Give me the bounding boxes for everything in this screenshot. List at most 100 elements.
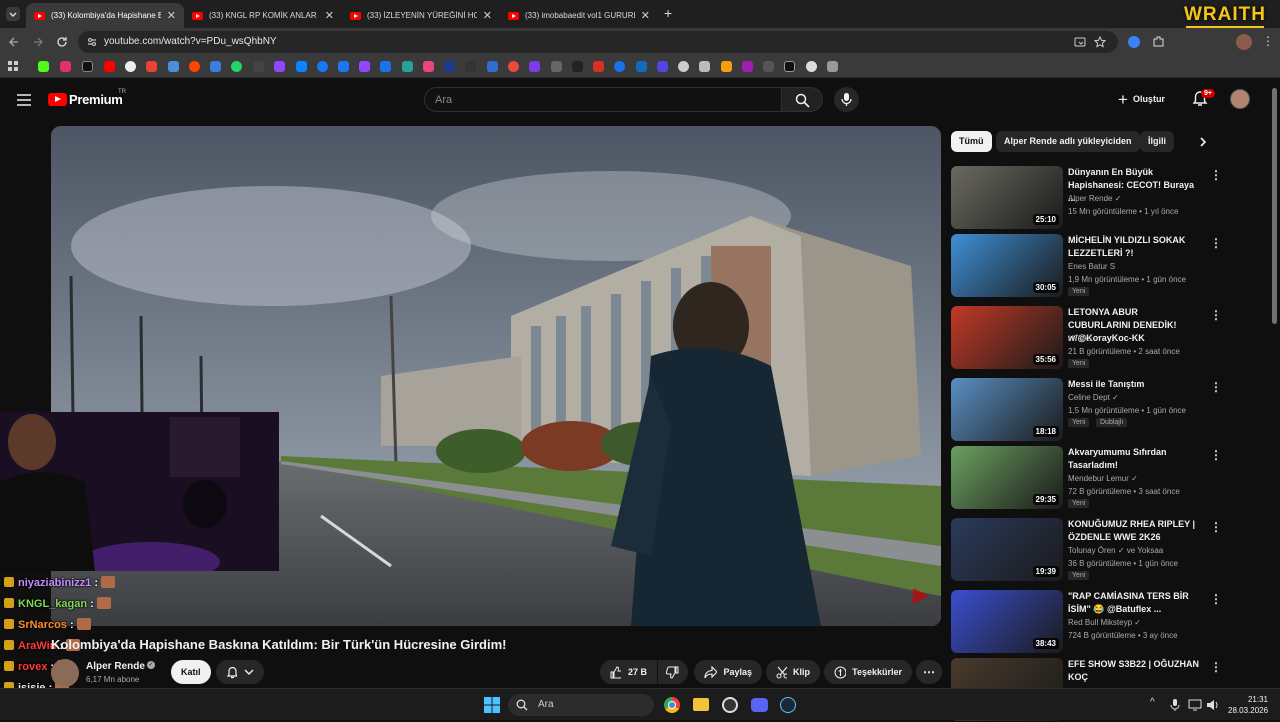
- video-thumbnail[interactable]: 30:05: [951, 234, 1063, 297]
- youtube-logo-icon[interactable]: [48, 93, 67, 106]
- more-vertical-icon[interactable]: ⋮: [1210, 448, 1222, 462]
- chevron-right-icon[interactable]: [1198, 136, 1208, 148]
- file-explorer-icon[interactable]: [693, 698, 709, 711]
- reddit-bookmark-icon[interactable]: [189, 61, 200, 72]
- like-button[interactable]: 27 B: [600, 660, 657, 684]
- chip-all[interactable]: Tümü: [951, 131, 992, 152]
- recommendation-title[interactable]: MİCHELİN YILDIZLI SOKAK LEZZETLERİ ?!: [1068, 234, 1201, 260]
- bookmark-icon[interactable]: [317, 61, 328, 72]
- gmail-bookmark-icon[interactable]: [146, 61, 157, 72]
- subscribed-bell-button[interactable]: [216, 660, 264, 684]
- recommendation-card[interactable]: 19:39 KONUĞUMUZ RHEA RIPLEY | ÖZDENLE WWE…: [951, 518, 1222, 582]
- app-taskbar-icon[interactable]: [722, 697, 738, 713]
- bookmark-icon[interactable]: [614, 61, 625, 72]
- video-thumbnail[interactable]: 25:10: [951, 166, 1063, 229]
- facebook-bookmark-icon[interactable]: [338, 61, 349, 72]
- thanks-button[interactable]: Teşekkürler: [824, 660, 912, 684]
- more-vertical-icon[interactable]: ⋮: [1210, 168, 1222, 182]
- apps-grid-icon[interactable]: [8, 61, 19, 72]
- video-thumbnail[interactable]: 38:43: [951, 590, 1063, 653]
- recommendation-card[interactable]: 30:05 MİCHELİN YILDIZLI SOKAK LEZZETLERİ …: [951, 234, 1222, 298]
- voice-search-button[interactable]: [834, 87, 859, 112]
- youtube-bookmark-icon[interactable]: [104, 61, 115, 72]
- tab-search-button[interactable]: [6, 7, 20, 21]
- extensions-puzzle-icon[interactable]: [1152, 35, 1165, 48]
- bookmark-icon[interactable]: [742, 61, 753, 72]
- reload-icon[interactable]: [56, 36, 68, 48]
- microphone-icon[interactable]: [1170, 698, 1180, 712]
- bookmark-icon[interactable]: [402, 61, 413, 72]
- bookmark-icon[interactable]: [423, 61, 434, 72]
- recommendation-channel[interactable]: HTalks ✓: [1068, 334, 1101, 343]
- tab-1[interactable]: (33) KNGL RP KOMİK ANLAR # ✕: [184, 3, 342, 28]
- chip-related[interactable]: İlgili: [1140, 131, 1174, 152]
- volume-icon[interactable]: [1206, 698, 1220, 712]
- bookmark-icon[interactable]: [678, 61, 689, 72]
- bookmark-icon[interactable]: [529, 61, 540, 72]
- search-input[interactable]: Ara: [424, 87, 782, 112]
- more-vertical-icon[interactable]: ⋮: [1210, 308, 1222, 322]
- translate-bookmark-icon[interactable]: [210, 61, 221, 72]
- recommendation-channel[interactable]: Red Bull Miksteyp ✓: [1068, 618, 1141, 627]
- recommendation-title[interactable]: "RAP CAMİASINA TERS BİR İSİM" 😂 @Batufle…: [1068, 590, 1201, 616]
- video-thumbnail[interactable]: 29:35: [951, 446, 1063, 509]
- clip-button[interactable]: Klip: [766, 660, 820, 684]
- bookmark-star-icon[interactable]: [1094, 36, 1106, 48]
- bookmark-icon[interactable]: [827, 61, 838, 72]
- hamburger-menu-icon[interactable]: [16, 93, 32, 107]
- bookmark-icon[interactable]: [444, 61, 455, 72]
- bookmark-icon[interactable]: [551, 61, 562, 72]
- more-vertical-icon[interactable]: ⋮: [1210, 236, 1222, 250]
- video-thumbnail[interactable]: 35:56: [951, 306, 1063, 369]
- bookmark-icon[interactable]: [274, 61, 285, 72]
- search-button[interactable]: [781, 87, 823, 112]
- new-tab-button[interactable]: +: [664, 5, 672, 21]
- bookmark-icon[interactable]: [763, 61, 774, 72]
- bookmark-icon[interactable]: [657, 61, 668, 72]
- google-bookmark-icon[interactable]: [125, 61, 136, 72]
- bookmark-icon[interactable]: [636, 61, 647, 72]
- bookmark-icon[interactable]: [593, 61, 604, 72]
- more-vertical-icon[interactable]: ⋮: [1210, 520, 1222, 534]
- recommendation-channel[interactable]: Mendebur Lemur ✓: [1068, 474, 1138, 483]
- join-button[interactable]: Katıl: [171, 660, 211, 684]
- cast-icon[interactable]: [1074, 36, 1086, 48]
- recommendation-channel[interactable]: Enes Batur S: [1068, 262, 1115, 271]
- share-button[interactable]: Paylaş: [694, 660, 762, 684]
- close-tab-icon[interactable]: ✕: [483, 9, 492, 22]
- chrome-taskbar-icon[interactable]: [664, 697, 680, 713]
- system-clock[interactable]: 21:31 28.03.2026: [1228, 694, 1268, 716]
- bookmark-icon[interactable]: [508, 61, 519, 72]
- twitch-bookmark-icon[interactable]: [359, 61, 370, 72]
- bookmark-icon[interactable]: [380, 61, 391, 72]
- chevron-up-icon[interactable]: ^: [1150, 697, 1155, 708]
- bookmark-icon[interactable]: [572, 61, 583, 72]
- windows-start-icon[interactable]: [484, 697, 500, 713]
- steam-taskbar-icon[interactable]: [780, 697, 796, 713]
- recommendation-card[interactable]: 38:43 "RAP CAMİASINA TERS BİR İSİM" 😂 @Ba…: [951, 590, 1222, 654]
- forward-icon[interactable]: [32, 36, 44, 48]
- video-thumbnail[interactable]: 19:39: [951, 518, 1063, 581]
- recommendation-title[interactable]: KONUĞUMUZ RHEA RIPLEY | ÖZDENLE WWE 2K26: [1068, 518, 1201, 544]
- back-icon[interactable]: [8, 36, 20, 48]
- recommendation-channel[interactable]: Alper Rende ✓: [1068, 194, 1121, 203]
- close-tab-icon[interactable]: ✕: [641, 9, 650, 22]
- browser-menu-icon[interactable]: ⋮: [1262, 34, 1274, 48]
- recommendation-channel[interactable]: Tolunay Ören ✓ ve Yoksaa: [1068, 546, 1163, 555]
- bookmark-icon[interactable]: [253, 61, 264, 72]
- whatsapp-bookmark-icon[interactable]: [231, 61, 242, 72]
- site-info-icon[interactable]: [86, 36, 98, 48]
- recommendation-card[interactable]: 35:56 LETONYA ABUR CUBURLARINI DENEDİK! w…: [951, 306, 1222, 370]
- bookmark-icon[interactable]: [296, 61, 307, 72]
- kick-bookmark-icon[interactable]: [38, 61, 49, 72]
- profile-avatar[interactable]: [1236, 34, 1252, 50]
- recommendation-title[interactable]: EFE SHOW S3B22 | OĞUZHAN KOÇ: [1068, 658, 1201, 684]
- more-vertical-icon[interactable]: ⋮: [1210, 380, 1222, 394]
- tab-0[interactable]: (33) Kolombiya'da Hapishane B ✕: [26, 3, 184, 28]
- taskbar-search[interactable]: Ara: [508, 694, 654, 716]
- page-scrollbar[interactable]: [1272, 88, 1277, 324]
- tab-2[interactable]: (33) İZLEYENİN YÜREĞİNİ HOP ✕: [342, 3, 500, 28]
- bookmark-icon[interactable]: [487, 61, 498, 72]
- video-thumbnail[interactable]: 18:18: [951, 378, 1063, 441]
- more-actions-button[interactable]: ⋯: [916, 660, 942, 684]
